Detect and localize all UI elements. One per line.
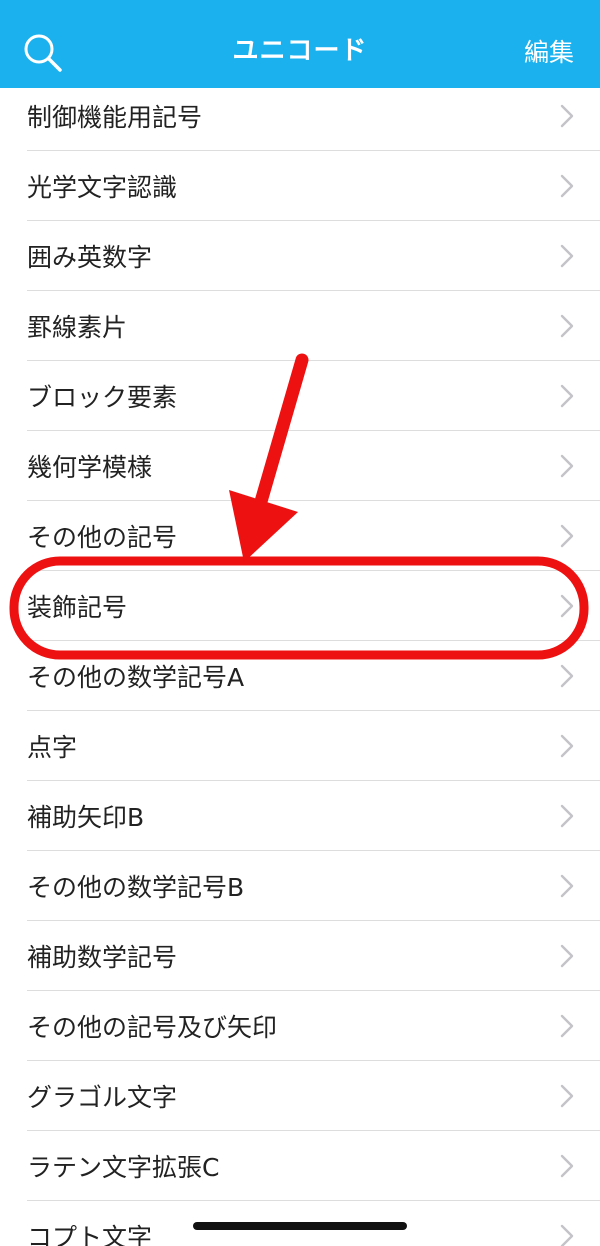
nav-bar: ユニコード 編集 xyxy=(0,0,600,88)
list-item[interactable]: 補助数学記号 xyxy=(0,921,600,991)
home-indicator xyxy=(193,1222,407,1230)
chevron-right-icon xyxy=(560,664,574,688)
list-item[interactable]: その他の数学記号A xyxy=(0,641,600,711)
list-item-label: その他の数学記号B xyxy=(27,873,245,902)
list-item[interactable]: 囲み英数字 xyxy=(0,221,600,291)
list-item[interactable]: 補助矢印B xyxy=(0,781,600,851)
list-item-label: 点字 xyxy=(27,733,78,762)
list-item-label: 装飾記号 xyxy=(27,593,128,622)
chevron-right-icon xyxy=(560,174,574,198)
list-item-label: ラテン文字拡張C xyxy=(27,1153,220,1182)
chevron-right-icon xyxy=(560,454,574,478)
list-item-label: 光学文字認識 xyxy=(27,173,178,202)
list-item-label: 罫線素片 xyxy=(27,313,128,342)
edit-button[interactable]: 編集 xyxy=(524,33,574,69)
list-item-label: 補助矢印B xyxy=(27,803,145,832)
list-item[interactable]: その他の数学記号B xyxy=(0,851,600,921)
list-item[interactable]: グラゴル文字 xyxy=(0,1061,600,1131)
chevron-right-icon xyxy=(560,734,574,758)
list-item-label: 制御機能用記号 xyxy=(27,103,203,132)
list-item[interactable]: 罫線素片 xyxy=(0,291,600,361)
list-item[interactable]: 光学文字認識 xyxy=(0,151,600,221)
list-item[interactable]: その他の記号及び矢印 xyxy=(0,991,600,1061)
list-item-label: その他の記号 xyxy=(27,523,178,552)
chevron-right-icon xyxy=(560,944,574,968)
list-item[interactable]: 幾何学模様 xyxy=(0,431,600,501)
list-item[interactable]: その他の記号 xyxy=(0,501,600,571)
chevron-right-icon xyxy=(560,804,574,828)
chevron-right-icon xyxy=(560,1014,574,1038)
list-item-label: その他の数学記号A xyxy=(27,663,245,692)
chevron-right-icon xyxy=(560,1154,574,1178)
chevron-right-icon xyxy=(560,384,574,408)
list-item-label: ブロック要素 xyxy=(27,383,178,412)
chevron-right-icon xyxy=(560,524,574,548)
chevron-right-icon xyxy=(560,314,574,338)
chevron-right-icon xyxy=(560,594,574,618)
chevron-right-icon xyxy=(560,874,574,898)
list-item-highlighted[interactable]: 装飾記号 xyxy=(0,571,600,641)
chevron-right-icon xyxy=(560,1224,574,1246)
list-item-label: 幾何学模様 xyxy=(27,453,153,482)
page-title: ユニコード xyxy=(232,36,368,66)
list-item[interactable]: 点字 xyxy=(0,711,600,781)
unicode-block-list[interactable]: 制御機能用記号 光学文字認識 囲み英数字 罫線素片 ブロック要素 幾何学模様 そ… xyxy=(0,88,600,1246)
list-item-label: コプト文字 xyxy=(27,1223,153,1246)
list-item[interactable]: ラテン文字拡張C xyxy=(0,1131,600,1201)
chevron-right-icon xyxy=(560,1084,574,1108)
list-item[interactable]: ブロック要素 xyxy=(0,361,600,431)
list-item-label: 補助数学記号 xyxy=(27,943,178,972)
list-item-label: 囲み英数字 xyxy=(27,243,153,272)
list-item-label: その他の記号及び矢印 xyxy=(27,1013,278,1042)
chevron-right-icon xyxy=(560,104,574,128)
list-item-label: グラゴル文字 xyxy=(27,1083,178,1112)
chevron-right-icon xyxy=(560,244,574,268)
list-item[interactable]: 制御機能用記号 xyxy=(0,88,600,151)
